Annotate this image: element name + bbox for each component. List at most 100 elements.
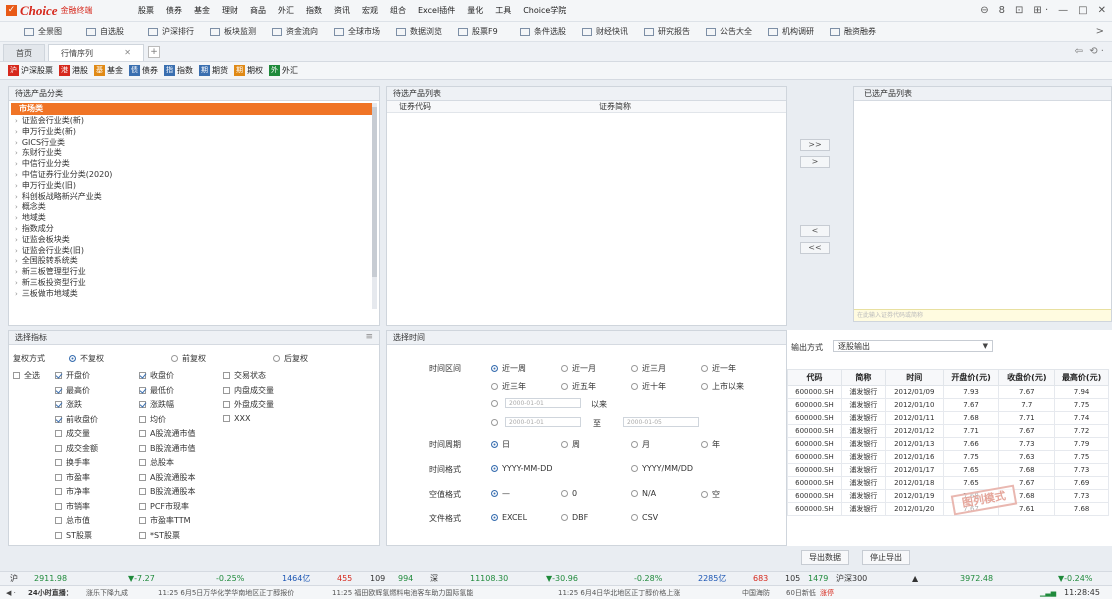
stop-export-button[interactable]: 停止导出 [862, 550, 910, 565]
tree-scroll-thumb[interactable] [372, 107, 377, 277]
menu-item-5[interactable]: 外汇 [278, 5, 294, 16]
tree-item[interactable]: › 东财行业类 [9, 147, 379, 158]
output-col-header[interactable]: 简称 [840, 369, 886, 386]
tree-item[interactable]: › 证监会行业类(新) [9, 115, 379, 126]
remove-button[interactable]: < [800, 225, 830, 237]
checkbox[interactable] [139, 372, 146, 379]
menu-item-1[interactable]: 债券 [166, 5, 182, 16]
output-col-header[interactable]: 开盘价(元) [942, 369, 1000, 386]
radio-button[interactable] [561, 490, 568, 497]
empty-option-2[interactable]: N/A [631, 489, 656, 498]
menu-item-11[interactable]: 量化 [467, 5, 483, 16]
checkbox[interactable] [55, 517, 62, 524]
window-control-4[interactable]: — [1058, 5, 1068, 16]
radio-button[interactable] [631, 365, 638, 372]
date-from-radio[interactable] [491, 399, 502, 408]
news-item-0[interactable]: 涨乐下降九成 [86, 586, 128, 599]
period-option-2[interactable]: 月 [631, 439, 650, 450]
indicator-col3-0[interactable]: 交易状态 [223, 370, 266, 381]
indicator-col3-1[interactable]: 内盘成交量 [223, 385, 274, 396]
add-all-button[interactable]: >> [800, 139, 830, 151]
checkbox[interactable] [223, 372, 230, 379]
tree-item[interactable]: › 证监会板块类 [9, 234, 379, 245]
remove-all-button[interactable]: << [800, 242, 830, 254]
radio-button[interactable] [491, 383, 498, 390]
menu-item-12[interactable]: 工具 [495, 5, 511, 16]
toolbar-item-8[interactable]: 条件选股 [520, 26, 582, 37]
checkbox[interactable] [55, 372, 62, 379]
category-item-3[interactable]: 债债券 [129, 65, 158, 76]
checkbox[interactable] [139, 531, 146, 539]
empty-option-1[interactable]: 0 [561, 489, 577, 498]
indicator-col2-3[interactable]: 均价 [139, 414, 166, 425]
checkbox[interactable] [55, 430, 62, 437]
period-option-0[interactable]: 日 [491, 439, 510, 450]
radio-button[interactable] [631, 465, 638, 472]
range-option-0[interactable]: 近一周 [491, 363, 526, 374]
indicator-col1-4[interactable]: 成交量 [55, 428, 90, 439]
radio-button[interactable] [631, 514, 638, 521]
toolbar-item-4[interactable]: 资金流向 [272, 26, 334, 37]
checkbox[interactable] [139, 517, 146, 524]
category-item-6[interactable]: 期期权 [234, 65, 263, 76]
period-option-1[interactable]: 周 [561, 439, 580, 450]
tree-item[interactable]: › 申万行业类(旧) [9, 180, 379, 191]
tree-item[interactable]: › 科创板战略新兴产业类 [9, 191, 379, 202]
indicator-col2-10[interactable]: 市盈率TTM [139, 515, 191, 526]
toolbar-more-arrow[interactable]: > [1096, 26, 1104, 37]
output-mode-select[interactable]: 逐股输出 ▼ [833, 340, 993, 352]
category-item-2[interactable]: 基基金 [94, 65, 123, 76]
indicator-col1-8[interactable]: 市净率 [55, 486, 90, 497]
indicator-col3-2[interactable]: 外盘成交量 [223, 399, 274, 410]
toolbar-item-5[interactable]: 全球市场 [334, 26, 396, 37]
checkbox[interactable] [55, 531, 62, 539]
toolbar-item-0[interactable]: 全景图 [24, 26, 86, 37]
checkbox[interactable] [139, 415, 146, 423]
radio-button[interactable] [491, 465, 498, 472]
indicator-col2-4[interactable]: A股流通市值 [139, 428, 195, 439]
toolbar-item-13[interactable]: 融资融券 [830, 26, 892, 37]
add-button[interactable]: > [800, 156, 830, 168]
window-control-5[interactable]: □ [1078, 5, 1087, 16]
menu-item-6[interactable]: 指数 [306, 5, 322, 16]
indicator-col2-11[interactable]: *ST股票 [139, 530, 180, 541]
speaker-icon[interactable]: ◀ · [6, 586, 16, 599]
menu-item-10[interactable]: Excel插件 [418, 5, 455, 16]
indicator-col1-0[interactable]: 开盘价 [55, 370, 90, 381]
indicator-col1-2[interactable]: 涨跌 [55, 399, 82, 410]
file-option-0[interactable]: EXCEL [491, 513, 527, 522]
checkbox[interactable] [139, 502, 146, 510]
indicator-col1-9[interactable]: 市销率 [55, 501, 90, 512]
file-option-2[interactable]: CSV [631, 513, 658, 522]
tree-item[interactable]: › 概念类 [9, 201, 379, 212]
radio-button[interactable] [491, 441, 498, 448]
indicator-col2-1[interactable]: 最低价 [139, 385, 174, 396]
radio-button[interactable] [701, 441, 708, 448]
col-code[interactable]: 证券代码 [399, 101, 431, 113]
radio-button[interactable] [631, 490, 638, 497]
news-item-6[interactable]: 涨停 [820, 586, 834, 599]
tree-item[interactable]: › 申万行业类(新) [9, 126, 379, 137]
indicator-col2-8[interactable]: B股流通股本 [139, 486, 196, 497]
indicator-col2-5[interactable]: B股流通市值 [139, 443, 196, 454]
toolbar-item-6[interactable]: 数据浏览 [396, 26, 458, 37]
toolbar-item-7[interactable]: 股票F9 [458, 26, 520, 37]
empty-option-0[interactable]: — [491, 489, 510, 498]
indicator-col1-6[interactable]: 换手率 [55, 457, 90, 468]
rights-option-2[interactable]: 后复权 [273, 353, 308, 364]
tree-item[interactable]: › 三板做市地域类 [9, 288, 379, 299]
radio-button[interactable] [491, 490, 498, 497]
toolbar-item-10[interactable]: 研究报告 [644, 26, 706, 37]
radio-button[interactable] [69, 355, 76, 362]
checkbox[interactable] [55, 488, 62, 495]
checkbox[interactable] [139, 459, 146, 466]
menu-item-4[interactable]: 商品 [250, 5, 266, 16]
date-end-input[interactable]: 2000-01-05 [623, 417, 699, 427]
news-item-1[interactable]: 11:25 6月5日万华化学华南地区正丁醇报价 [158, 586, 294, 599]
select-all-checkbox[interactable]: 全选 [13, 370, 40, 381]
window-control-3[interactable]: ⊞ · [1033, 5, 1048, 16]
menu-item-7[interactable]: 资讯 [334, 5, 350, 16]
checkbox[interactable] [139, 488, 146, 495]
panel-menu-icon[interactable]: ≡ [365, 332, 373, 342]
tree-item[interactable]: › 地域类 [9, 212, 379, 223]
